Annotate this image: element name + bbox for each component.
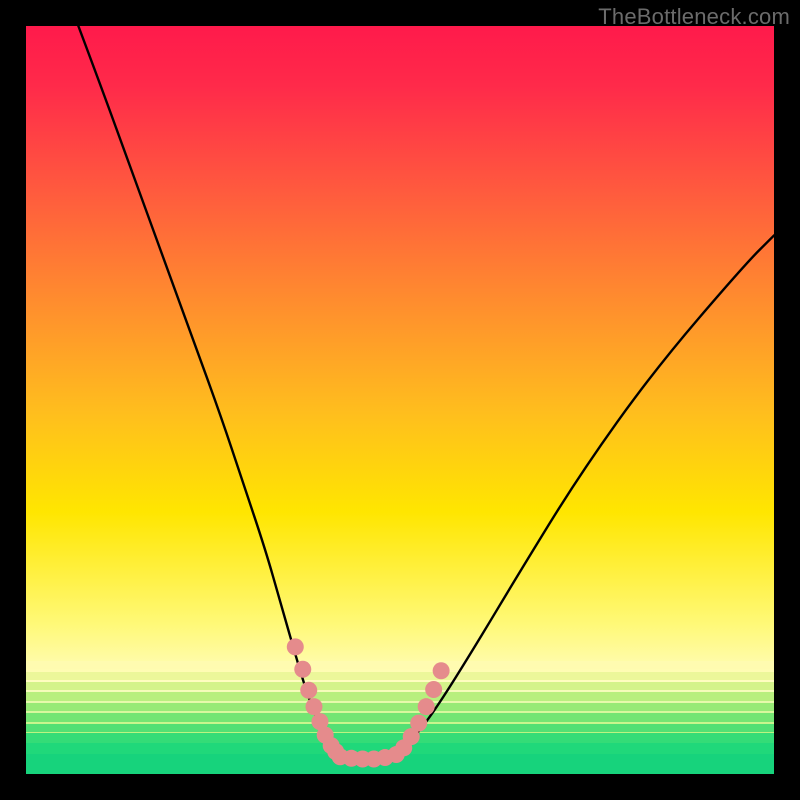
highlight-dot [300,682,317,699]
chart-svg [26,26,774,774]
watermark-text: TheBottleneck.com [598,4,790,30]
highlight-dot [418,698,435,715]
highlight-dot [425,681,442,698]
highlight-dots-bottom [332,746,405,767]
canvas: TheBottleneck.com [0,0,800,800]
bottleneck-curve [78,26,774,759]
plot-area [26,26,774,774]
highlight-dot [305,698,322,715]
highlight-dot [294,661,311,678]
highlight-dot [287,638,304,655]
highlight-dots-right [395,662,449,756]
highlight-dot [410,715,427,732]
highlight-dot [433,662,450,679]
